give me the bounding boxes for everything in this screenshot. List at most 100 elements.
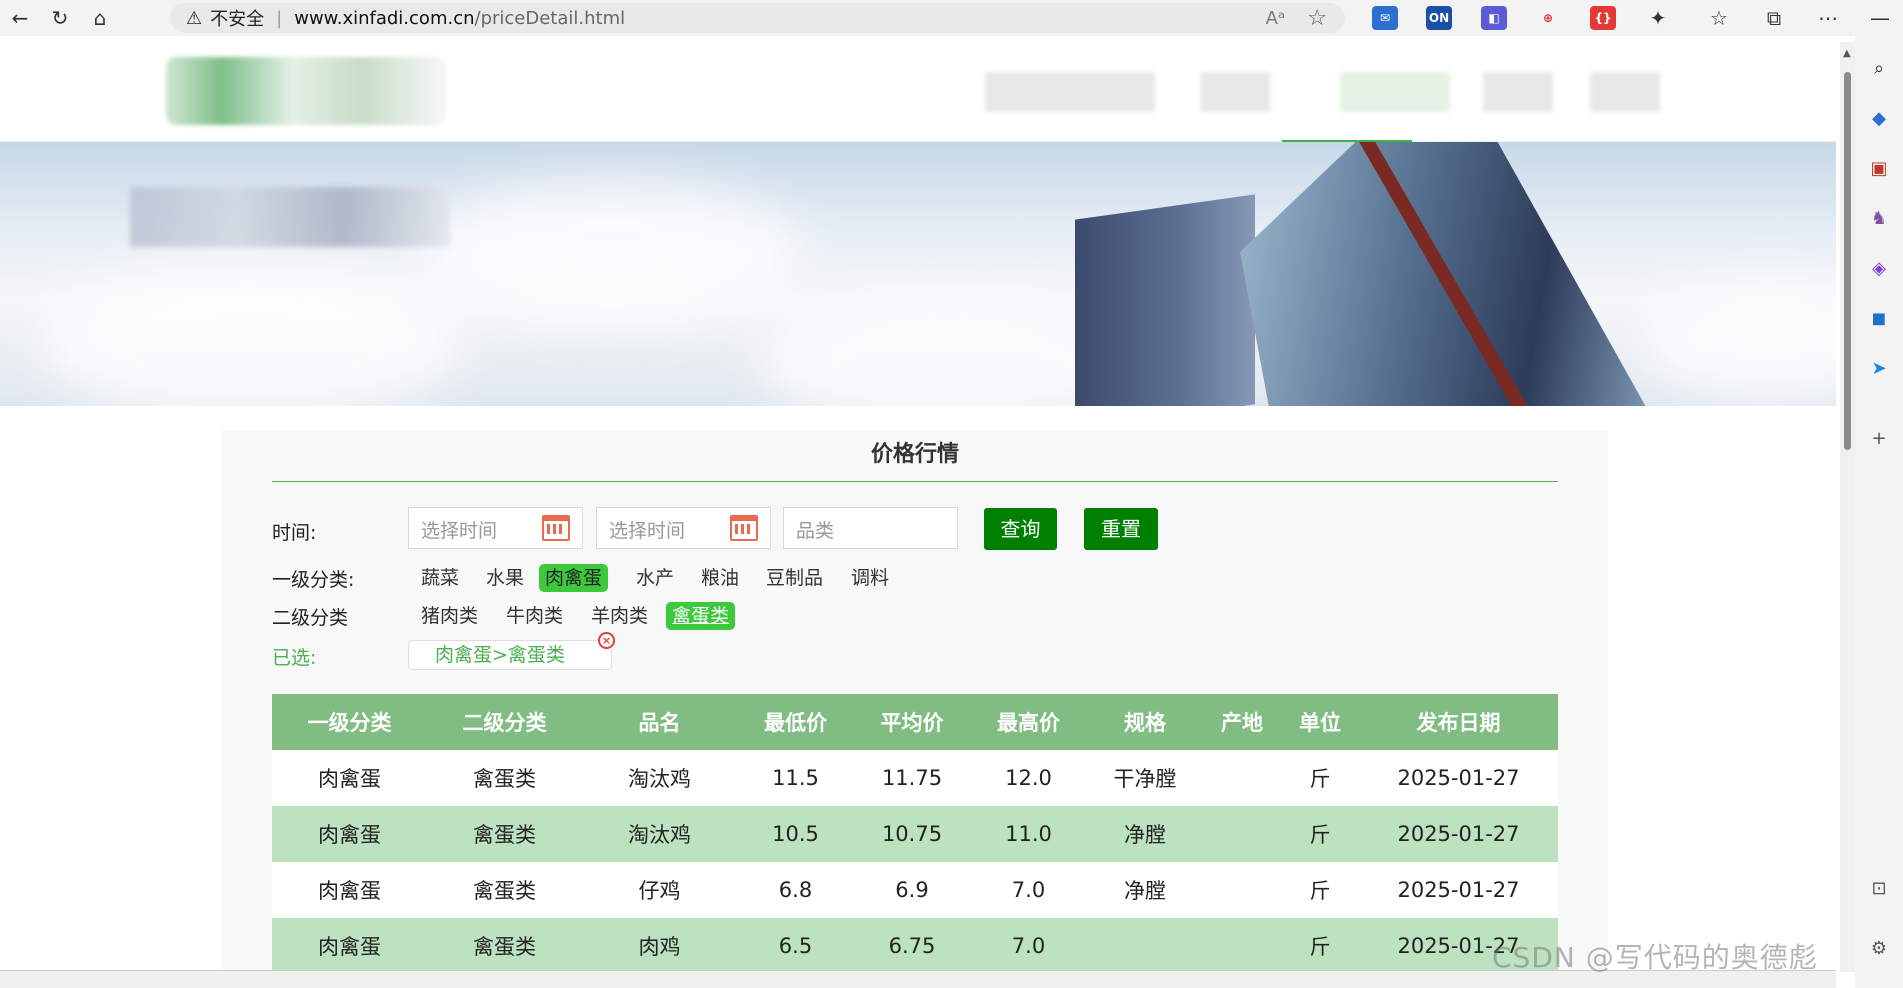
table-row[interactable]: 肉禽蛋 禽蛋类 肉鸡 6.5 6.75 7.0 斤 2025-01-27 xyxy=(272,918,1558,974)
time-label: 时间: xyxy=(272,522,317,544)
refresh-icon[interactable]: ↻ xyxy=(40,0,80,36)
pin-extension-icon[interactable]: ⊕ xyxy=(1535,6,1561,30)
home-icon[interactable]: ⌂ xyxy=(80,0,120,36)
start-date-input[interactable]: 选择时间 xyxy=(408,507,583,549)
send-icon[interactable]: ➤ xyxy=(1865,354,1893,382)
tag-icon[interactable]: ◆ xyxy=(1865,104,1893,132)
copilot-icon[interactable]: ◈ xyxy=(1865,254,1893,282)
cell-product-name: 肉鸡 xyxy=(582,918,737,974)
cell-avg-price: 10.75 xyxy=(854,806,970,862)
selected-label: 已选: xyxy=(272,647,317,669)
favorite-star-icon[interactable]: ☆ xyxy=(1307,6,1327,31)
cell-publish-date: 2025-01-27 xyxy=(1359,806,1558,862)
settings-icon[interactable]: ⚙ xyxy=(1865,934,1893,962)
header-avg-price[interactable]: 平均价 xyxy=(854,694,970,750)
cell-origin xyxy=(1203,918,1281,974)
site-logo[interactable] xyxy=(166,57,446,125)
header-min-price[interactable]: 最低价 xyxy=(737,694,854,750)
level2-item-mutton[interactable]: 羊肉类 xyxy=(585,602,654,630)
table-row[interactable]: 肉禽蛋 禽蛋类 仔鸡 6.8 6.9 7.0 净膛 斤 2025-01-27 xyxy=(272,862,1558,918)
level1-item-meat-poultry-egg[interactable]: 肉禽蛋 xyxy=(539,564,609,592)
cell-unit: 斤 xyxy=(1281,862,1359,918)
level2-item-beef[interactable]: 牛肉类 xyxy=(500,602,569,630)
url-path: /priceDetail.html xyxy=(474,7,626,29)
scroll-up-icon[interactable]: ▲ xyxy=(1843,48,1851,59)
page-scrollbar[interactable]: ▲ xyxy=(1840,42,1855,972)
scrollbar-thumb[interactable] xyxy=(1844,72,1851,450)
end-date-placeholder: 选择时间 xyxy=(609,520,686,542)
cell-spec: 净膛 xyxy=(1087,862,1203,918)
cell-avg-price: 11.75 xyxy=(854,750,970,806)
header-max-price[interactable]: 最高价 xyxy=(970,694,1087,750)
cell-origin xyxy=(1203,750,1281,806)
back-arrow-icon[interactable]: ← xyxy=(0,0,40,36)
code-extension-icon[interactable]: {} xyxy=(1590,6,1616,30)
query-button[interactable]: 查询 xyxy=(984,508,1057,550)
cell-level1: 肉禽蛋 xyxy=(272,750,427,806)
level1-item-aquatic[interactable]: 水产 xyxy=(630,564,680,592)
cell-max-price: 11.0 xyxy=(970,806,1087,862)
search-icon[interactable]: ⌕ xyxy=(1865,54,1893,82)
remove-filter-icon[interactable]: × xyxy=(598,632,615,649)
header-spec[interactable]: 规格 xyxy=(1087,694,1203,750)
add-icon[interactable]: + xyxy=(1865,424,1893,452)
level2-item-poultry-egg[interactable]: 禽蛋类 xyxy=(666,602,736,630)
calendar-icon[interactable] xyxy=(542,515,570,541)
cell-max-price: 12.0 xyxy=(970,750,1087,806)
screenshot-icon[interactable]: ⊡ xyxy=(1865,874,1893,902)
cell-min-price: 11.5 xyxy=(737,750,854,806)
nav-menu-item[interactable] xyxy=(1590,72,1660,112)
header-publish-date[interactable]: 发布日期 xyxy=(1359,694,1558,750)
hero-banner xyxy=(0,142,1836,406)
level2-item-pork[interactable]: 猪肉类 xyxy=(415,602,484,630)
on-extension-icon[interactable]: ON xyxy=(1426,6,1452,30)
cell-level1: 肉禽蛋 xyxy=(272,918,427,974)
cell-max-price: 7.0 xyxy=(970,918,1087,974)
level1-item-grain-oil[interactable]: 粮油 xyxy=(695,564,745,592)
favorites-icon[interactable]: ☆ xyxy=(1705,4,1733,32)
outlook-icon[interactable]: ◼ xyxy=(1865,304,1893,332)
collections-icon[interactable]: ⧉ xyxy=(1760,4,1788,32)
page-title: 价格行情 xyxy=(272,438,1558,482)
warning-icon[interactable]: ⚠ xyxy=(186,8,202,29)
csdn-watermark: CSDN @写代码的奥德彪 xyxy=(1492,941,1818,974)
calendar-icon[interactable] xyxy=(730,515,758,541)
header-origin[interactable]: 产地 xyxy=(1203,694,1281,750)
mail-extension-icon[interactable]: ✉ xyxy=(1372,6,1398,30)
extensions-puzzle-icon[interactable]: ✦ xyxy=(1644,4,1672,32)
table-row[interactable]: 肉禽蛋 禽蛋类 淘汰鸡 10.5 10.75 11.0 净膛 斤 2025-01… xyxy=(272,806,1558,862)
header-unit[interactable]: 单位 xyxy=(1281,694,1359,750)
cell-min-price: 6.8 xyxy=(737,862,854,918)
nav-menu-item[interactable] xyxy=(1340,72,1450,112)
nav-menu-item[interactable] xyxy=(985,72,1155,112)
toolbox-icon[interactable]: ▣ xyxy=(1865,154,1893,182)
minimize-icon[interactable]: — xyxy=(1866,4,1894,32)
cell-avg-price: 6.75 xyxy=(854,918,970,974)
table-row[interactable]: 肉禽蛋 禽蛋类 淘汰鸡 11.5 11.75 12.0 干净膛 斤 2025-0… xyxy=(272,750,1558,806)
more-menu-icon[interactable]: ⋯ xyxy=(1814,4,1842,32)
nav-menu-item[interactable] xyxy=(1483,72,1553,112)
cell-publish-date: 2025-01-27 xyxy=(1359,862,1558,918)
read-aloud-icon[interactable]: Aᵃ xyxy=(1266,8,1285,29)
category-input[interactable]: 品类 xyxy=(783,507,958,549)
translate-extension-icon[interactable]: ◧ xyxy=(1481,6,1507,30)
games-icon[interactable]: ♞ xyxy=(1865,204,1893,232)
cell-level2: 禽蛋类 xyxy=(427,750,582,806)
level1-item-soy-products[interactable]: 豆制品 xyxy=(760,564,829,592)
cell-min-price: 6.5 xyxy=(737,918,854,974)
level1-item-vegetables[interactable]: 蔬菜 xyxy=(415,564,465,592)
cell-spec: 净膛 xyxy=(1087,806,1203,862)
address-separator: | xyxy=(276,7,283,29)
address-bar[interactable]: ⚠ 不安全 | www.xinfadi.com.cn/priceDetail.h… xyxy=(170,3,1345,33)
nav-menu-item[interactable] xyxy=(1200,72,1270,112)
cell-unit: 斤 xyxy=(1281,806,1359,862)
selected-filter-chip[interactable]: 肉禽蛋>禽蛋类 xyxy=(408,640,612,670)
header-level1[interactable]: 一级分类 xyxy=(272,694,427,750)
level1-item-fruit[interactable]: 水果 xyxy=(480,564,530,592)
header-product-name[interactable]: 品名 xyxy=(582,694,737,750)
end-date-input[interactable]: 选择时间 xyxy=(596,507,771,549)
level1-item-seasoning[interactable]: 调料 xyxy=(845,564,895,592)
security-label[interactable]: 不安全 xyxy=(210,5,264,31)
header-level2[interactable]: 二级分类 xyxy=(427,694,582,750)
reset-button[interactable]: 重置 xyxy=(1084,508,1158,550)
